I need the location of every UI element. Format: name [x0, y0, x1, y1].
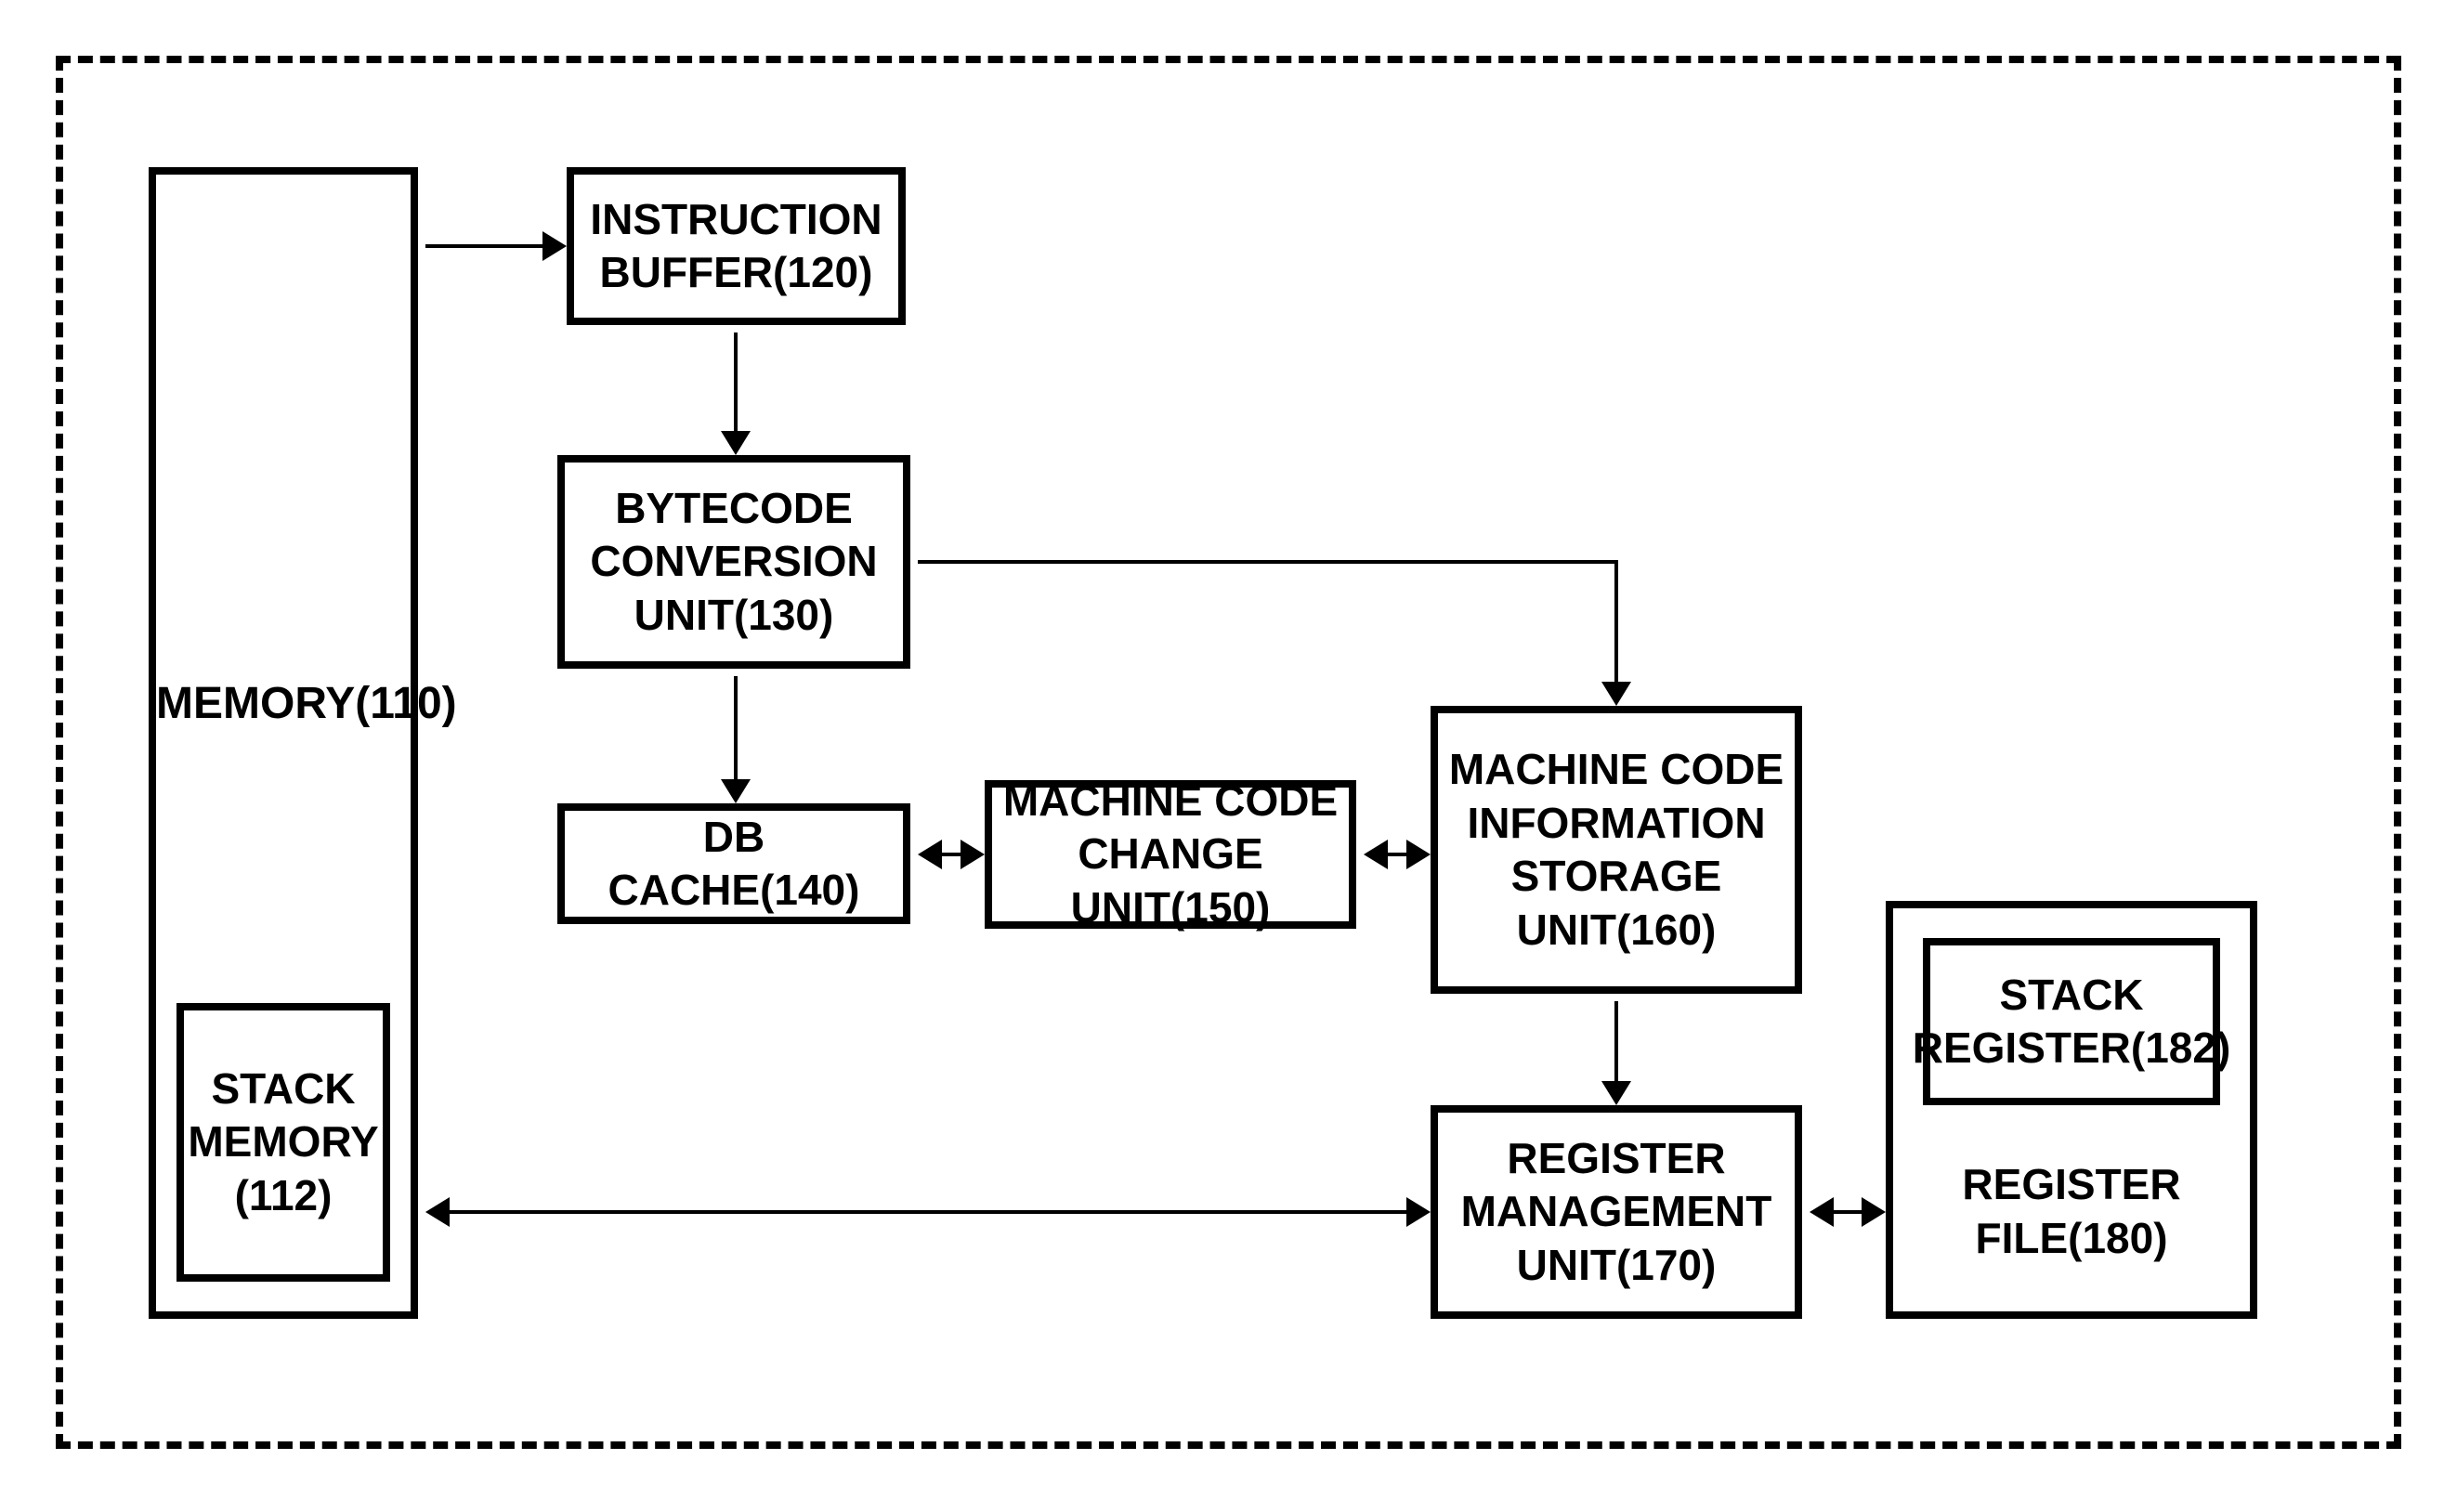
arrowhead-bc-to-dc — [721, 779, 751, 803]
arrowhead-mcc-mcis-l — [1364, 840, 1388, 869]
register-file-label: REGISTER FILE(180) — [1893, 1158, 2250, 1265]
db-cache-label: DB CACHE(140) — [574, 811, 894, 918]
stack-register-label: STACK REGISTER(182) — [1913, 969, 2231, 1075]
machine-code-info-storage-box: MACHINE CODE INFORMATION STORAGE UNIT(16… — [1431, 706, 1802, 994]
db-cache-box: DB CACHE(140) — [557, 803, 910, 924]
arrowhead-memory-to-ib — [542, 231, 567, 261]
line-bc-to-mcis-h — [918, 560, 1616, 564]
arrow-bc-to-dc — [734, 676, 738, 783]
machine-code-info-storage-label: MACHINE CODE INFORMATION STORAGE UNIT(16… — [1449, 743, 1784, 957]
instruction-buffer-box: INSTRUCTION BUFFER(120) — [567, 167, 906, 325]
stack-memory-label: STACK MEMORY (112) — [188, 1062, 378, 1223]
arrowhead-rm-rf-l — [1810, 1197, 1834, 1227]
machine-code-change-box: MACHINE CODE CHANGE UNIT(150) — [985, 780, 1356, 929]
arrow-ib-to-bc — [734, 332, 738, 435]
arrowhead-ib-to-bc — [721, 431, 751, 455]
memory-label: MEMORY(110) — [156, 676, 411, 732]
line-bc-to-mcis-v — [1614, 560, 1618, 685]
arrowhead-dc-mcc-l — [918, 840, 942, 869]
arrowhead-mcc-mcis-r — [1406, 840, 1431, 869]
bytecode-conversion-box: BYTECODE CONVERSION UNIT(130) — [557, 455, 910, 669]
arrowhead-bc-to-mcis — [1601, 682, 1631, 706]
stack-memory-box: STACK MEMORY (112) — [176, 1003, 390, 1282]
instruction-buffer-label: INSTRUCTION BUFFER(120) — [590, 193, 882, 300]
bytecode-conversion-label: BYTECODE CONVERSION UNIT(130) — [590, 482, 877, 643]
arrowhead-mcis-to-rm — [1601, 1081, 1631, 1105]
arrow-mcis-to-rm — [1614, 1001, 1618, 1085]
arrowhead-mem-rm-l — [425, 1197, 450, 1227]
line-mem-rm — [450, 1210, 1406, 1214]
register-management-box: REGISTER MANAGEMENT UNIT(170) — [1431, 1105, 1802, 1319]
arrowhead-dc-mcc-r — [961, 840, 985, 869]
register-management-label: REGISTER MANAGEMENT UNIT(170) — [1461, 1132, 1772, 1293]
machine-code-change-label: MACHINE CODE CHANGE UNIT(150) — [1001, 775, 1340, 935]
arrowhead-mem-rm-r — [1406, 1197, 1431, 1227]
stack-register-box: STACK REGISTER(182) — [1923, 938, 2220, 1105]
arrowhead-rm-rf-r — [1862, 1197, 1886, 1227]
arrow-memory-to-ib — [425, 244, 546, 248]
